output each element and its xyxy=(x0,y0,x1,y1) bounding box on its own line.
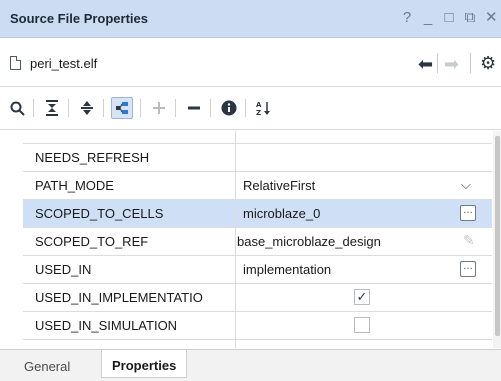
toolbar-divider xyxy=(210,99,211,117)
checkbox-checked[interactable]: ✓ xyxy=(354,289,370,305)
property-value-partial: ——— xyxy=(403,131,442,137)
property-row-partial xyxy=(23,340,492,348)
chevron-down-icon[interactable]: ⌵ xyxy=(461,177,471,193)
ellipsis-icon[interactable]: … xyxy=(460,261,476,277)
tab-properties[interactable]: Properties xyxy=(101,350,188,378)
file-name: peri_test.elf xyxy=(30,56,98,71)
property-grid[interactable]: ——— NEEDS_REFRESH PATH_MODE RelativeFirs… xyxy=(23,131,492,348)
file-icon xyxy=(10,56,21,70)
float-icon[interactable]: ⧉ xyxy=(464,9,476,27)
property-value[interactable]: RelativeFirst xyxy=(243,178,315,193)
maximize-icon[interactable]: □ xyxy=(443,9,455,27)
tab-general[interactable]: General xyxy=(24,359,70,374)
svg-text:A: A xyxy=(256,101,262,109)
pencil-icon: ✎ xyxy=(463,232,475,248)
toolbar-divider xyxy=(245,99,246,117)
toolbar-divider xyxy=(68,99,69,117)
toolbar-divider xyxy=(103,99,104,117)
panel-titlebar: Source File Properties ? _ □ ⧉ ✕ xyxy=(0,0,501,38)
close-icon[interactable]: ✕ xyxy=(485,9,498,27)
gear-icon[interactable]: ⚙ xyxy=(480,53,496,74)
property-value[interactable]: implementation xyxy=(243,262,331,277)
expand-all-icon[interactable] xyxy=(76,97,98,119)
toolbar-divider xyxy=(140,99,141,117)
property-row[interactable]: PATH_MODE RelativeFirst ⌵ xyxy=(23,172,492,200)
minimize-icon[interactable]: _ xyxy=(422,9,434,27)
nav-divider xyxy=(470,53,471,73)
property-row[interactable]: USED_IN_IMPLEMENTATIO ✓ xyxy=(23,284,492,312)
property-name: USED_IN_IMPLEMENTATIO xyxy=(35,290,203,305)
property-name: PATH_MODE xyxy=(35,178,114,193)
property-name: SCOPED_TO_REF xyxy=(35,234,149,249)
property-name: SCOPED_TO_CELLS xyxy=(35,206,164,221)
property-row-selected[interactable]: SCOPED_TO_CELLS microblaze_0 … xyxy=(23,200,492,228)
add-icon[interactable] xyxy=(148,97,170,119)
forward-arrow-icon[interactable]: ➡ xyxy=(444,54,459,75)
checkbox-unchecked[interactable] xyxy=(354,317,370,333)
bottom-tabs: General Properties xyxy=(0,349,501,381)
ellipsis-icon[interactable]: … xyxy=(460,205,476,221)
property-value[interactable]: microblaze_0 xyxy=(243,206,320,221)
scrollbar-thumb[interactable] xyxy=(495,136,500,336)
svg-text:Z: Z xyxy=(256,109,261,116)
file-bar: peri_test.elf ⬅ ➡ ⚙ xyxy=(0,39,501,87)
property-row[interactable]: USED_IN_SIMULATION xyxy=(23,312,492,340)
property-row[interactable]: NEEDS_REFRESH xyxy=(23,144,492,172)
property-name: NEEDS_REFRESH xyxy=(35,150,150,165)
info-icon[interactable] xyxy=(218,97,240,119)
window-controls: ? _ □ ⧉ ✕ xyxy=(401,9,498,27)
property-row-partial: ——— xyxy=(23,131,492,144)
property-row[interactable]: SCOPED_TO_REF base_microblaze_design ✎ xyxy=(23,228,492,256)
property-row[interactable]: USED_IN implementation … xyxy=(23,256,492,284)
back-arrow-icon[interactable]: ⬅ xyxy=(418,54,433,75)
properties-toolbar: AZ xyxy=(0,88,501,130)
property-name: USED_IN_SIMULATION xyxy=(35,318,178,333)
nav-divider xyxy=(437,53,438,73)
panel-title: Source File Properties xyxy=(10,11,148,26)
property-value[interactable]: base_microblaze_design xyxy=(237,234,381,249)
help-icon[interactable]: ? xyxy=(401,9,413,27)
search-icon[interactable] xyxy=(6,97,28,119)
collapse-all-icon[interactable] xyxy=(41,97,63,119)
toolbar-divider xyxy=(175,99,176,117)
remove-icon[interactable] xyxy=(183,97,205,119)
group-icon[interactable] xyxy=(111,97,133,119)
property-name: USED_IN xyxy=(35,262,92,277)
column-divider xyxy=(235,131,236,348)
toolbar-divider xyxy=(33,99,34,117)
sort-icon[interactable]: AZ xyxy=(253,97,275,119)
